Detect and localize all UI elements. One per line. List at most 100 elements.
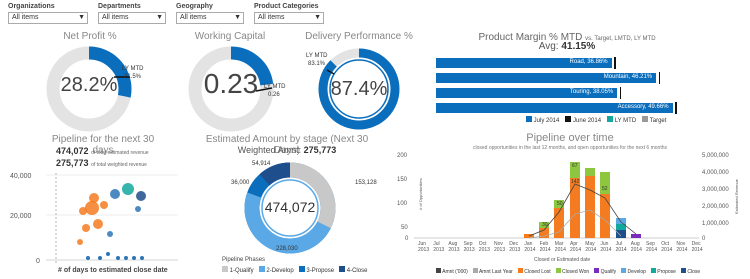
- scatter-point: [77, 239, 83, 245]
- stage-phases-label: Pipeline Phases: [222, 257, 266, 263]
- scatter-point: [124, 256, 128, 260]
- overtime-chart: 200 150 100 50 0 5,000,000 4,000,000 3,0…: [397, 153, 739, 263]
- working-capital-title: Working Capital: [194, 31, 266, 42]
- delivery-value: 87.4%: [330, 78, 388, 100]
- bar-value-label: 9: [529, 228, 532, 234]
- stage-legend: 1-Qualify 2-Develop 3-Propose 4-Close: [222, 266, 367, 274]
- margin-legend-item: Target: [642, 116, 666, 124]
- year-label: 2014: [570, 247, 581, 253]
- scatter-point: [135, 206, 141, 212]
- year-label: 2013: [448, 247, 459, 253]
- scatter-point: [116, 256, 120, 260]
- year-label: 2013: [464, 247, 475, 253]
- stage-legend-item: 3-Propose: [298, 266, 334, 274]
- right-tick: 4,000,000: [702, 170, 729, 176]
- year-label: 2014: [555, 247, 566, 253]
- stage-label-propose: 36,000: [231, 180, 250, 186]
- pipeline30-total: 474,072: [56, 146, 89, 156]
- scatter-point: [86, 256, 90, 260]
- bar-closed-lost: [570, 178, 580, 238]
- departments-value: All items: [102, 14, 129, 21]
- overtime-legend-item: Closed Won: [555, 268, 589, 275]
- overtime-legend-item: Amnt Last Year: [472, 268, 513, 275]
- overtime-legend-item: Qualify: [594, 268, 616, 275]
- chevron-down-icon: ▼: [314, 14, 321, 21]
- departments-select[interactable]: All items ▼: [98, 12, 166, 24]
- overtime-legend: Amnt ('000) Amnt Last Year Closed Lost C…: [436, 268, 700, 275]
- scatter-point: [98, 256, 102, 260]
- scatter-point: [106, 252, 110, 256]
- stage-label-close: 54,914: [252, 161, 271, 167]
- stage-center-value: 474,072: [264, 199, 316, 215]
- filter-label-organizations: Organizations: [8, 3, 55, 10]
- left-tick: 200: [397, 153, 408, 159]
- margin-target-marker: [658, 72, 661, 84]
- pipeline30-scatter: 40,000 20,000 0 # of days to estimated c…: [10, 173, 178, 274]
- margin-legend-item: June 2014: [565, 116, 601, 124]
- bar-value-label: 30: [542, 222, 548, 228]
- delivery-ly-label: LY MTD: [306, 53, 328, 59]
- stage-weighted-value: 275,773: [303, 145, 337, 155]
- margin-target-marker: [614, 57, 616, 69]
- margin-avg-label: Avg:: [538, 41, 559, 52]
- stage-weighted-line: Weighted Amnt: 275,773: [204, 145, 370, 155]
- working-capital-value: 0.23: [203, 68, 259, 99]
- bar-close: [616, 230, 626, 238]
- scatter-point: [107, 231, 113, 237]
- filter-label-geography: Geography: [176, 3, 213, 10]
- geography-select[interactable]: All items ▼: [176, 12, 244, 24]
- delivery-ly-value: 83.1%: [308, 61, 326, 67]
- margin-legend-item: LY MTD: [607, 116, 636, 124]
- filter-label-product-categories: Product Categories: [254, 3, 319, 10]
- stage-legend-item: 4-Close: [339, 266, 367, 274]
- left-tick: 100: [397, 201, 408, 207]
- margin-target-marker: [619, 87, 622, 99]
- overtime-legend-item: Closed Lost: [517, 268, 551, 275]
- year-label: 2013: [479, 247, 490, 253]
- pipeline30-total-line: 474,072 of total estimated revenue: [56, 146, 149, 156]
- left-tick: 50: [401, 225, 408, 231]
- overtime-legend-item: Close: [680, 268, 700, 275]
- right-tick: 3,000,000: [702, 187, 729, 193]
- y-tick-label: 20,000: [10, 213, 32, 220]
- chevron-down-icon: ▼: [156, 14, 163, 21]
- left-axis-label: # of Opportunities: [418, 178, 423, 210]
- scatter-point: [140, 256, 144, 260]
- year-label: 2014: [631, 247, 642, 253]
- margin-bar-label: Road, 36.86%: [569, 59, 608, 65]
- year-label: 2014: [692, 247, 703, 253]
- margin-legend: July 2014 June 2014 LY MTD Target: [526, 116, 666, 124]
- filter-label-departments: Departments: [98, 3, 141, 10]
- bar-develop: [616, 218, 626, 224]
- year-label: 2014: [585, 247, 596, 253]
- scatter-points: [77, 183, 146, 260]
- year-label: 2014: [646, 247, 657, 253]
- margin-bar: Road, 36.86%: [436, 57, 616, 69]
- bar-closed-won: [585, 168, 595, 176]
- net-profit-title: Net Profit %: [63, 31, 117, 42]
- organizations-select[interactable]: All items ▼: [8, 12, 88, 24]
- margin-bar-label: Mountain, 46.21%: [603, 74, 653, 80]
- stage-label-qualify: 153,128: [355, 180, 377, 186]
- right-tick: 2,000,000: [702, 204, 729, 210]
- geography-value: All items: [180, 14, 207, 21]
- pipeline30-total-label: of total estimated revenue: [91, 150, 149, 156]
- stage-weighted-label: Weighted Amnt:: [237, 145, 302, 155]
- right-tick: 5,000,000: [702, 153, 729, 159]
- scatter-point: [110, 189, 120, 199]
- year-label: 2013: [494, 247, 505, 253]
- margin-avg-value: 41.15%: [561, 41, 596, 52]
- pipeline30-weighted: 275,773: [56, 158, 89, 168]
- year-label: 2013: [509, 247, 520, 253]
- bar-value-label: 52: [602, 186, 608, 192]
- scatter-point: [100, 201, 108, 209]
- scatter-point: [79, 207, 87, 215]
- product-categories-select[interactable]: All items ▼: [254, 12, 324, 24]
- scatter-point: [122, 183, 134, 195]
- chevron-down-icon: ▼: [78, 14, 85, 21]
- margin-bar-label: Accessory, 49.66%: [617, 104, 669, 110]
- scatter-point: [82, 224, 90, 232]
- product-categories-value: All items: [258, 14, 285, 21]
- y-tick-label: 0: [36, 258, 40, 265]
- bar-value-label: 67: [572, 163, 578, 169]
